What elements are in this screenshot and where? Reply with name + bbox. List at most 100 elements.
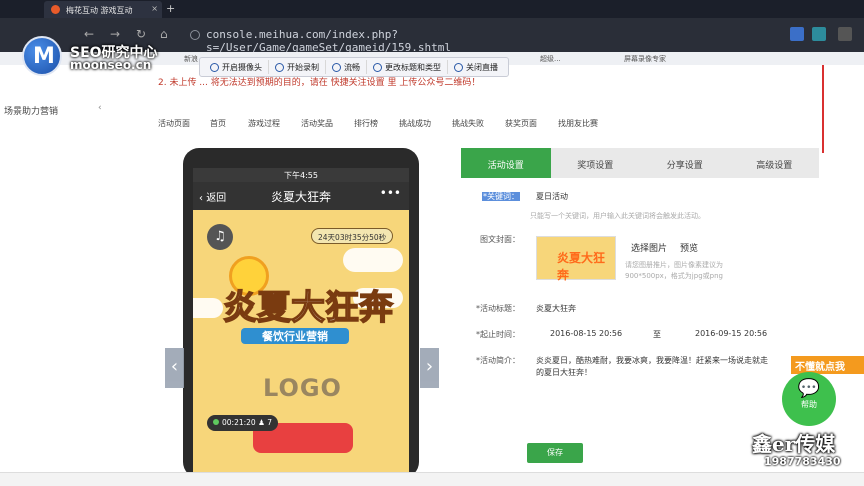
elapsed-time: 00:21:20 [222, 418, 256, 427]
title-label: *活动标题： [476, 304, 520, 313]
quality-button[interactable]: 流畅 [326, 60, 367, 74]
edit-icon [373, 62, 382, 72]
save-button[interactable]: 保存 [527, 443, 583, 463]
stop-live-label: 关闭直播 [466, 62, 498, 72]
cloud-decoration [193, 298, 223, 318]
camera-icon [210, 62, 219, 72]
phone-time: 下午4:55 [284, 171, 318, 180]
lock-icon [190, 30, 200, 40]
bookmark-item[interactable]: 新浪 [184, 54, 198, 64]
record-button[interactable]: 开始录制 [269, 60, 326, 74]
extension-icon[interactable] [812, 27, 826, 41]
back-button[interactable]: ← [84, 27, 94, 41]
game-stats-badge: 00:21:20 ♟ 7 [207, 415, 278, 431]
edit-title-label: 更改标题和类型 [385, 62, 441, 72]
title-input[interactable]: 炎夏大狂奔 [536, 303, 576, 314]
edit-title-button[interactable]: 更改标题和类型 [367, 60, 448, 74]
cover-thumb-title: 炎夏大狂奔 [557, 251, 606, 282]
logo-letter: M [33, 44, 55, 69]
player-count: 7 [267, 418, 272, 427]
sidebar-item-scene-marketing[interactable]: 场景助力营销 [4, 104, 58, 117]
extension-icon[interactable] [790, 27, 804, 41]
reload-button[interactable]: ↻ [136, 27, 146, 41]
recorder-toolbar: 开启摄像头 开始录制 流畅 更改标题和类型 关闭直播 [199, 57, 509, 77]
power-icon [454, 62, 463, 72]
select-image-link[interactable]: 选择图片 [631, 241, 667, 254]
keyword-hint: 只能写一个关键词，用户输入此关键词将会触发此活动。 [530, 212, 705, 220]
intro-line-1[interactable]: 炎炎夏日，酷热难耐，我要冰爽，我要降温！赶紧来一场说走就走 [536, 355, 768, 366]
qr-notice: 2. 未上传 ... 将无法达到预期的目的，请在 快捷关注设置 里 上传公众号二… [158, 78, 481, 88]
preview-link[interactable]: 预览 [680, 241, 698, 254]
banner-title: 炎夏大狂奔 [222, 287, 394, 329]
bookmark-item[interactable]: 屏幕录像专家 [624, 54, 666, 64]
cover-hint-1: 请您图册推片，图片像素建议为 [625, 261, 723, 269]
tab-share-settings[interactable]: 分享设置 [640, 148, 730, 178]
nav-item[interactable]: 挑战成功 [399, 118, 431, 129]
browser-tab[interactable]: 梅花互动 游戏互动 × [44, 1, 162, 18]
nav-item[interactable]: 获奖页面 [505, 118, 537, 129]
next-arrow-button[interactable]: › [420, 348, 439, 388]
quality-label: 流畅 [344, 62, 360, 72]
tab-advanced-settings[interactable]: 高级设置 [730, 148, 820, 178]
cover-thumbnail: 炎夏大狂奔 [536, 236, 616, 282]
nav-item[interactable]: 游戏过程 [248, 118, 280, 129]
nav-item[interactable]: 活动页面 [158, 118, 190, 129]
url-text: console.meihua.com/index.php?s=/User/Gam… [206, 28, 452, 54]
tab-title: 梅花互动 游戏互动 [66, 6, 133, 15]
keyword-input[interactable]: 夏日活动 [536, 191, 568, 202]
end-time-input[interactable]: 2016-09-15 20:56 [695, 329, 767, 338]
banner-subtitle: 餐饮行业营销 [241, 328, 349, 344]
nav-item[interactable]: 挑战失败 [452, 118, 484, 129]
time-separator: 至 [653, 330, 661, 339]
more-icon[interactable]: ••• [380, 186, 401, 200]
cover-hint-2: 900*500px，格式为jpg或png [625, 272, 723, 280]
countdown-text: 24天03时35分50秒 [318, 233, 387, 242]
record-label: 开始录制 [287, 62, 319, 72]
promo-banner[interactable]: 不懂就点我 [791, 356, 864, 374]
address-bar[interactable]: console.meihua.com/index.php?s=/User/Gam… [188, 25, 608, 54]
nav-item[interactable]: 首页 [210, 118, 226, 129]
settings-tabs: 活动设置 奖项设置 分享设置 高级设置 [461, 148, 819, 178]
menu-icon[interactable] [838, 27, 852, 41]
logo-placeholder: LOGO [263, 374, 342, 402]
brand-en: moonseo.cn [70, 58, 152, 72]
camera-label: 开启摄像头 [222, 62, 262, 72]
music-icon[interactable]: ♫ [207, 224, 233, 250]
bookmark-item[interactable]: 超级... [540, 54, 561, 64]
keyword-label: *关键词： [450, 191, 520, 202]
intro-line-2[interactable]: 的夏日大狂奔！ [536, 367, 592, 378]
phone-screen: 下午4:55 ‹ 返回 炎夏大狂奔 ••• ♫ 24天03时35分50秒 炎夏大… [193, 168, 409, 478]
home-button[interactable]: ⌂ [160, 27, 168, 41]
help-label: 帮助 [801, 400, 817, 409]
time-label: *起止时间： [476, 330, 520, 339]
seo-logo: M [22, 36, 62, 76]
cover-label: 图文封面： [480, 235, 520, 244]
cloud-decoration [343, 248, 403, 272]
page-footer [0, 472, 864, 486]
chevron-left-icon[interactable]: ‹ [98, 103, 102, 113]
keyword-label-text: *关键词： [482, 192, 520, 201]
record-icon [275, 62, 284, 72]
nav-item[interactable]: 活动奖品 [301, 118, 333, 129]
tab-close-icon[interactable]: × [151, 4, 158, 13]
stop-live-button[interactable]: 关闭直播 [448, 60, 504, 74]
intro-label: *活动简介： [476, 356, 520, 365]
watermark-phone: 1987783430 [764, 455, 841, 468]
watermark-name: 鑫er传媒 [752, 432, 836, 456]
clock-icon [213, 419, 219, 425]
status-bar: 下午4:55 [193, 168, 409, 182]
nav-item[interactable]: 找朋友比赛 [558, 118, 598, 129]
help-button[interactable]: 💬 帮助 [782, 372, 836, 426]
tab-prize-settings[interactable]: 奖项设置 [551, 148, 641, 178]
tab-activity-settings[interactable]: 活动设置 [461, 148, 551, 178]
camera-button[interactable]: 开启摄像头 [204, 60, 269, 74]
chat-icon: 💬 [797, 378, 821, 399]
countdown-badge: 24天03时35分50秒 [311, 228, 394, 244]
nav-item[interactable]: 排行榜 [354, 118, 378, 129]
phone-header: ‹ 返回 炎夏大狂奔 ••• [193, 182, 409, 210]
start-time-input[interactable]: 2016-08-15 20:56 [550, 329, 622, 338]
prev-arrow-button[interactable]: ‹ [165, 348, 184, 388]
new-tab-button[interactable]: + [166, 2, 175, 15]
favicon-icon [51, 5, 60, 14]
forward-button[interactable]: → [110, 27, 120, 41]
